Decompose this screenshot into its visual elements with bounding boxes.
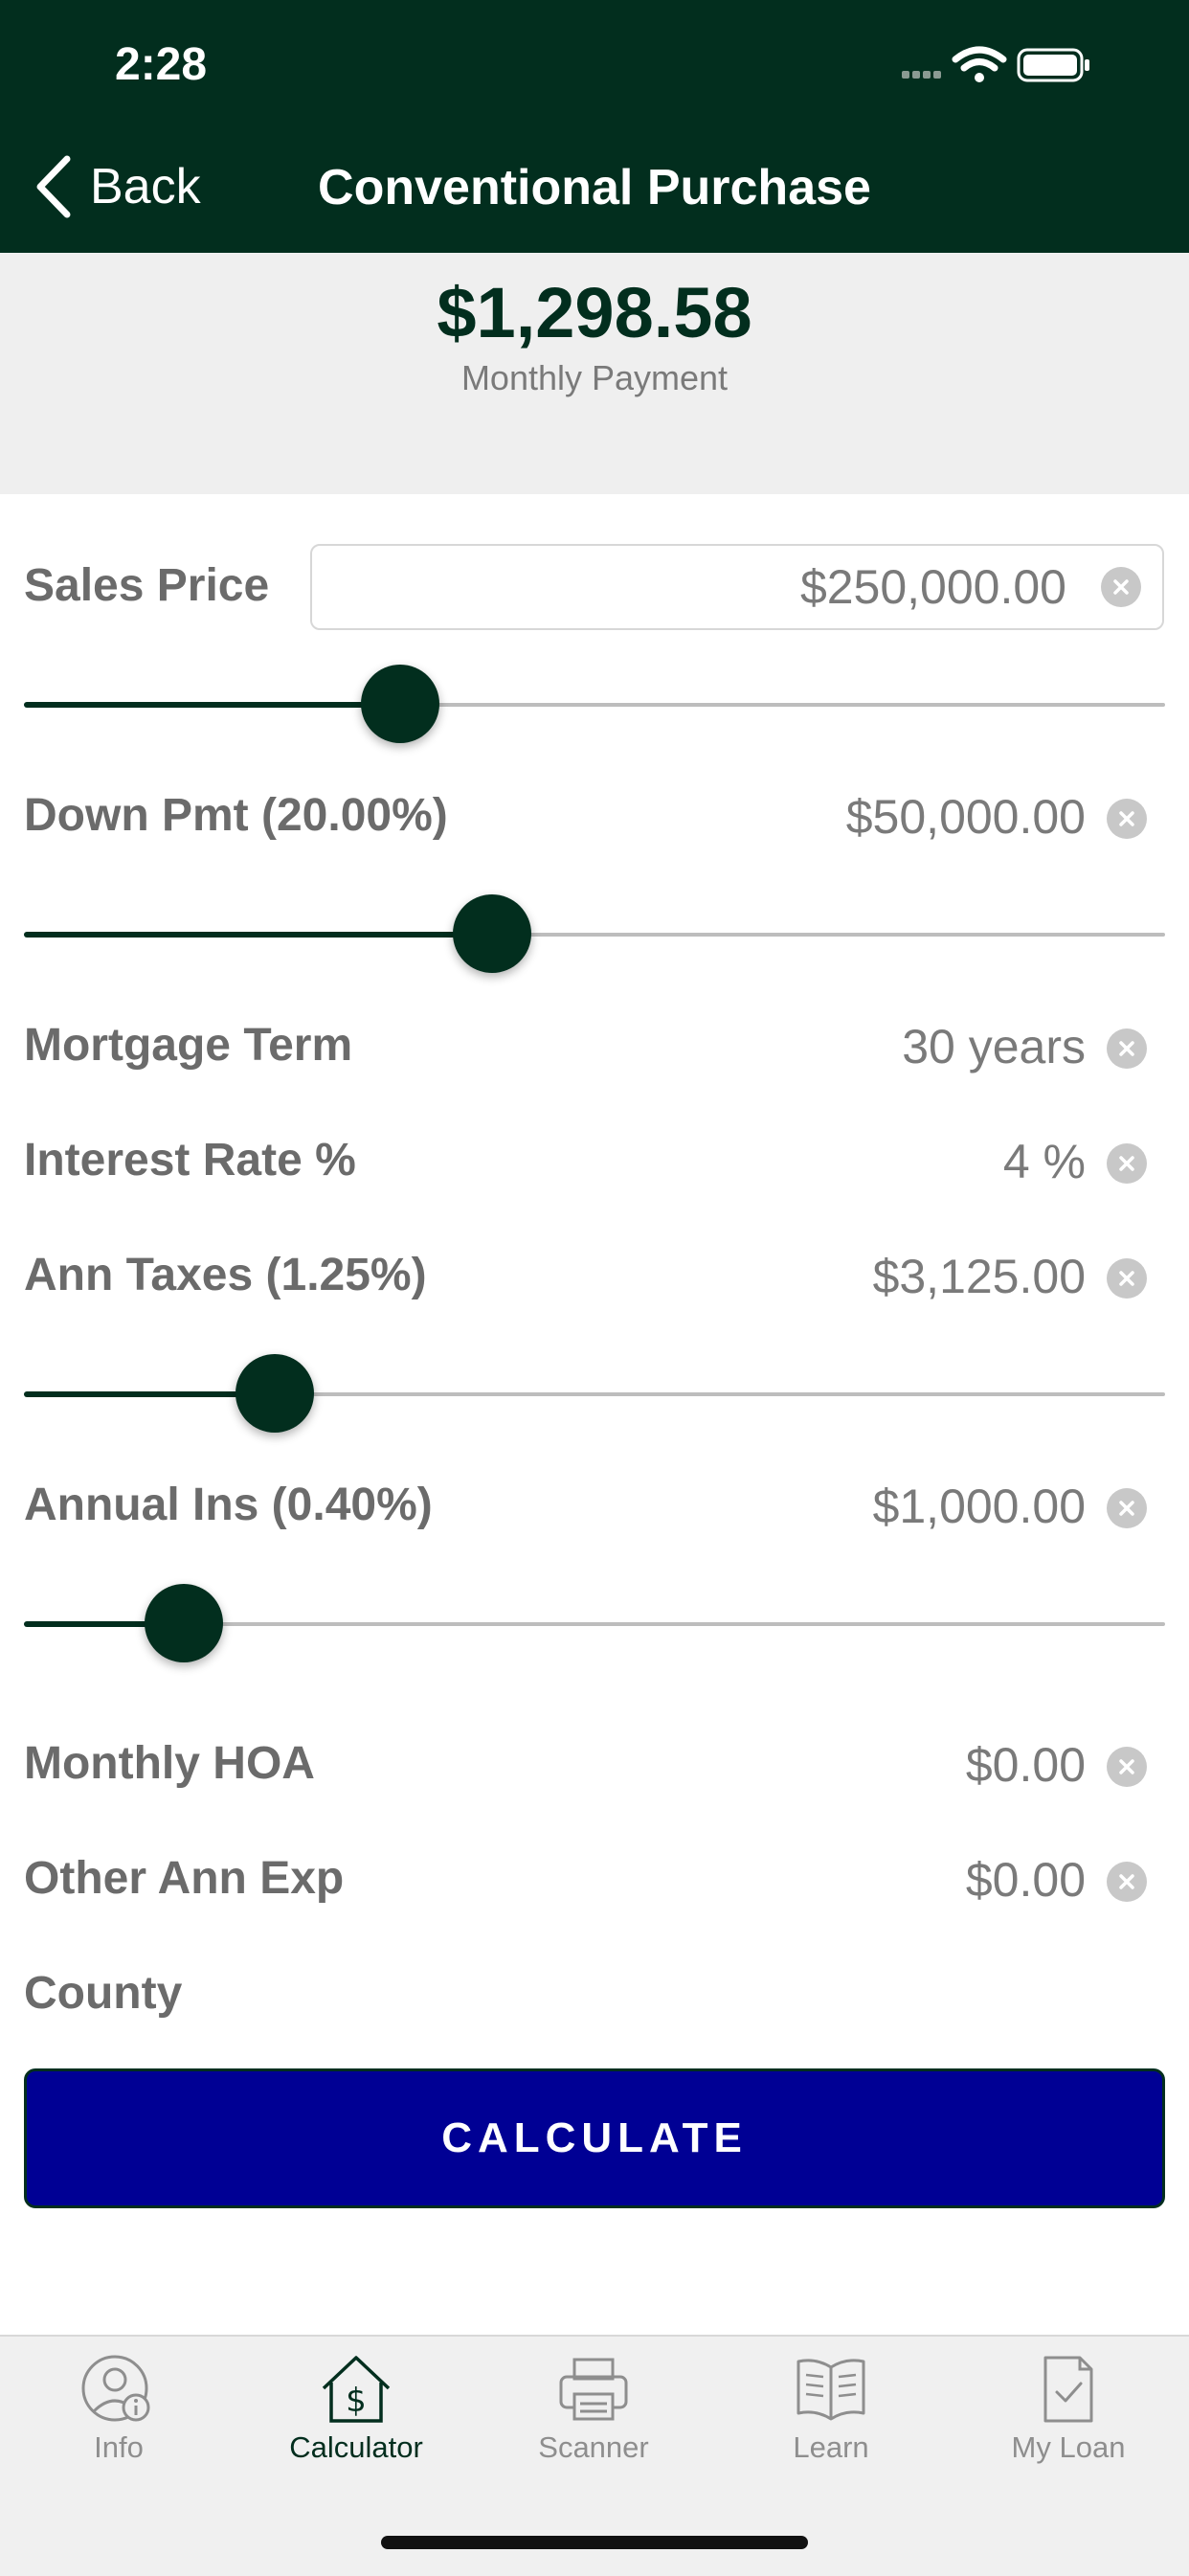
close-icon — [1119, 1156, 1134, 1171]
down-pmt-label: Down Pmt (20.00%) — [24, 790, 448, 841]
calculate-button[interactable]: CALCULATE — [24, 2068, 1165, 2208]
annual-ins-value[interactable]: $1,000.00 — [873, 1479, 1086, 1534]
down-pmt-value[interactable]: $50,000.00 — [846, 789, 1086, 845]
page-title: Conventional Purchase — [318, 160, 871, 215]
annual-ins-slider[interactable] — [24, 1584, 1165, 1662]
sales-price-input[interactable]: $250,000.00 — [310, 544, 1164, 630]
tab-scanner[interactable]: Scanner — [475, 2354, 712, 2488]
header: 2:28 Back Conventional Purchase — [0, 0, 1189, 253]
clear-down-pmt-button[interactable] — [1107, 799, 1147, 839]
printer-icon — [559, 2358, 628, 2421]
tab-learn-label: Learn — [793, 2430, 869, 2464]
slider-thumb[interactable] — [452, 894, 531, 973]
tab-info[interactable]: Info — [0, 2354, 237, 2488]
battery-icon — [1017, 48, 1089, 82]
close-icon — [1119, 1041, 1134, 1056]
ann-taxes-slider[interactable] — [24, 1354, 1165, 1433]
status-icons — [902, 42, 1189, 90]
svg-text:$: $ — [346, 2382, 367, 2420]
down-pmt-slider[interactable] — [24, 894, 1165, 973]
tab-calculator-label: Calculator — [289, 2430, 423, 2464]
document-check-icon — [1043, 2356, 1093, 2423]
slider-fill — [24, 932, 492, 938]
slider-fill — [24, 702, 401, 708]
monthly-payment-label: Monthly Payment — [460, 358, 729, 397]
home-indicator — [381, 2536, 808, 2549]
clear-ann-taxes-button[interactable] — [1107, 1258, 1147, 1299]
clear-other-ann-exp-button[interactable] — [1107, 1862, 1147, 1902]
payment-summary: $1,298.58 Monthly Payment — [0, 253, 1189, 494]
tab-scanner-label: Scanner — [538, 2430, 649, 2464]
mortgage-term-label: Mortgage Term — [24, 1020, 353, 1071]
info-person-icon — [81, 2355, 150, 2422]
mortgage-term-value[interactable]: 30 years — [902, 1019, 1086, 1074]
calculator-house-icon: $ — [322, 2356, 391, 2423]
tab-info-label: Info — [94, 2430, 144, 2464]
close-icon — [1119, 1271, 1134, 1286]
tab-learn[interactable]: Learn — [712, 2354, 950, 2488]
clear-annual-ins-button[interactable] — [1107, 1488, 1147, 1528]
clear-interest-rate-button[interactable] — [1107, 1143, 1147, 1184]
clear-monthly-hoa-button[interactable] — [1107, 1747, 1147, 1787]
other-ann-exp-label: Other Ann Exp — [24, 1853, 345, 1904]
tab-calculator[interactable]: $ Calculator — [237, 2354, 475, 2488]
signal-icon — [902, 71, 941, 79]
clear-sales-price-button[interactable] — [1101, 567, 1141, 607]
wifi-icon — [952, 46, 1007, 82]
close-icon — [1119, 811, 1134, 826]
sales-price-value: $250,000.00 — [799, 560, 1066, 614]
sales-price-slider[interactable] — [24, 665, 1165, 743]
close-icon — [1113, 579, 1129, 595]
other-ann-exp-value[interactable]: $0.00 — [966, 1852, 1086, 1908]
book-icon — [796, 2359, 865, 2421]
tab-my-loan[interactable]: My Loan — [950, 2354, 1187, 2488]
status-time: 2:28 — [115, 39, 208, 90]
clear-mortgage-term-button[interactable] — [1107, 1028, 1147, 1069]
close-icon — [1119, 1501, 1134, 1516]
monthly-payment-amount: $1,298.58 — [437, 273, 752, 352]
ann-taxes-label: Ann Taxes (1.25%) — [24, 1250, 427, 1300]
county-label[interactable]: County — [24, 1967, 182, 2020]
monthly-hoa-label: Monthly HOA — [24, 1738, 315, 1789]
close-icon — [1119, 1874, 1134, 1889]
close-icon — [1119, 1759, 1134, 1774]
tab-my-loan-label: My Loan — [1011, 2430, 1126, 2464]
monthly-hoa-value[interactable]: $0.00 — [966, 1737, 1086, 1793]
ann-taxes-value[interactable]: $3,125.00 — [873, 1249, 1086, 1304]
slider-thumb[interactable] — [144, 1584, 223, 1662]
slider-thumb[interactable] — [361, 665, 440, 743]
interest-rate-label: Interest Rate % — [24, 1135, 356, 1186]
slider-thumb[interactable] — [236, 1354, 315, 1433]
interest-rate-value[interactable]: 4 % — [1003, 1134, 1086, 1189]
sales-price-label: Sales Price — [24, 560, 270, 611]
annual-ins-label: Annual Ins (0.40%) — [24, 1480, 433, 1530]
